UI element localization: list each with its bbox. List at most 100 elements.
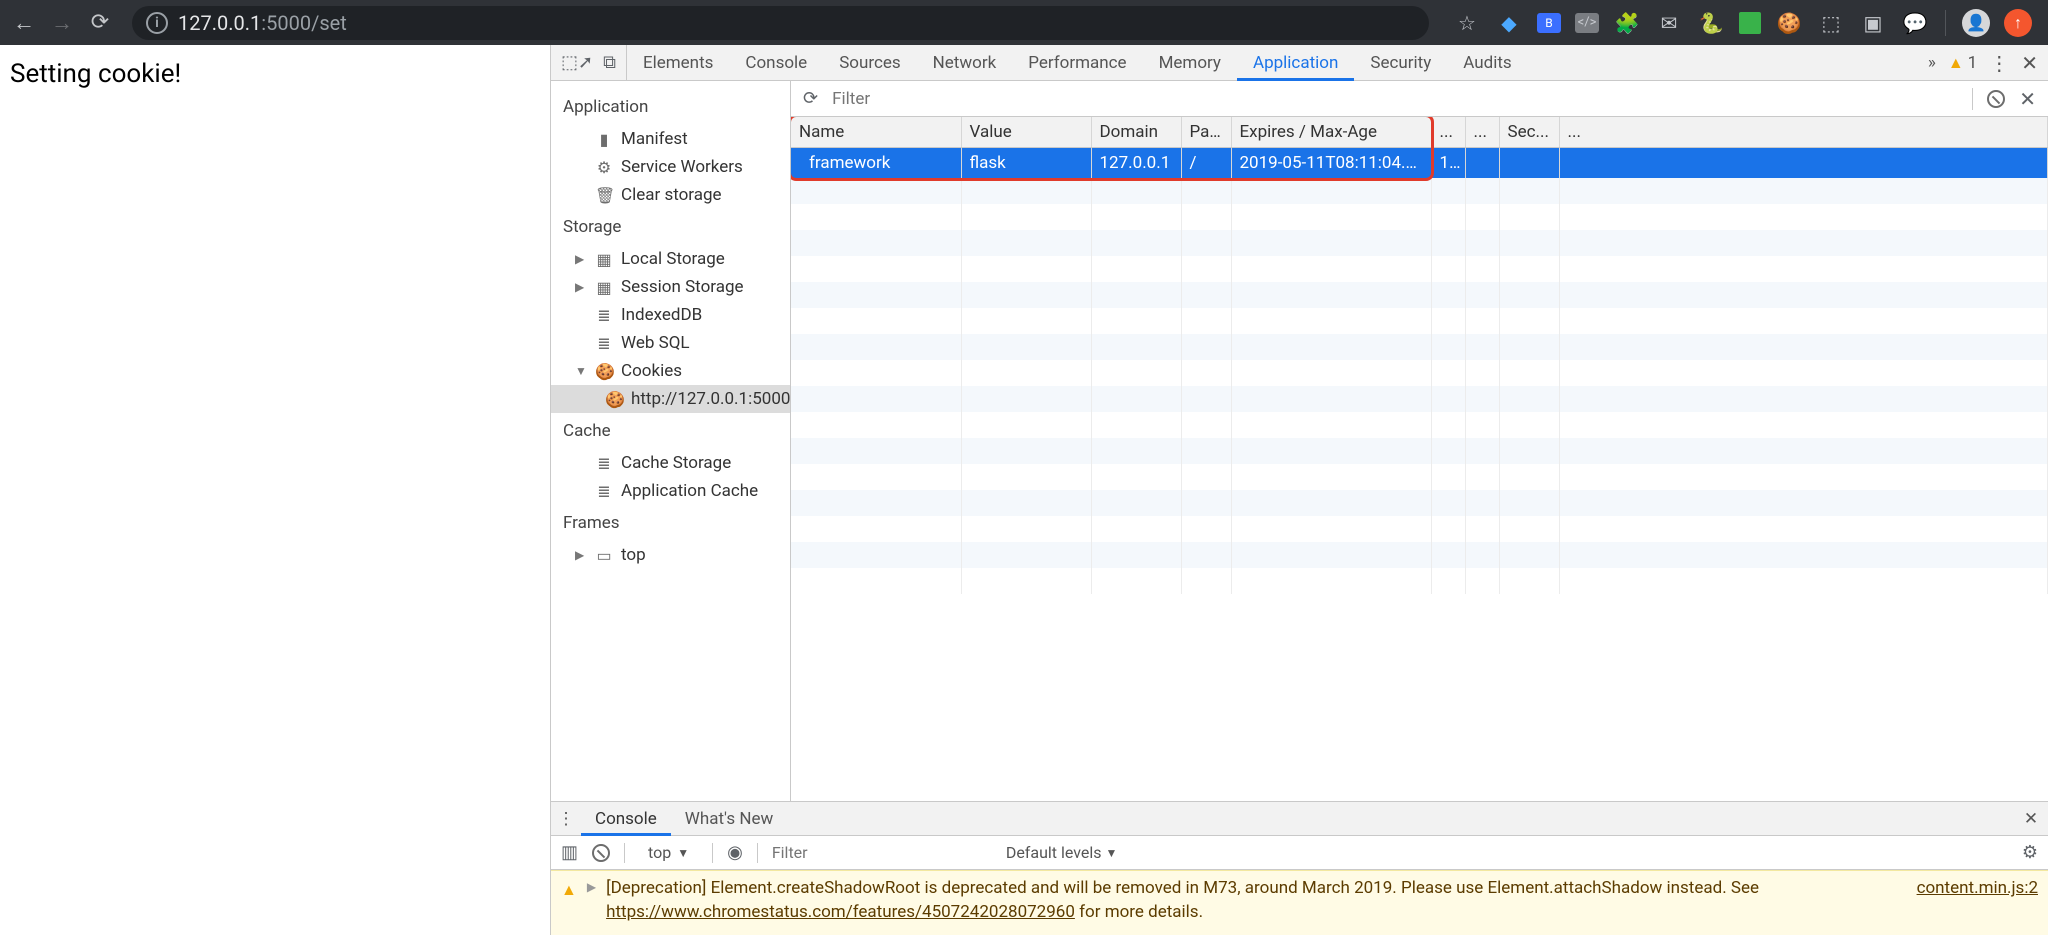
expand-icon[interactable]: ▶ [587, 879, 596, 925]
sidebar-item[interactable]: ≣Cache Storage [551, 449, 790, 477]
devtools-panel: ⬚➚ ⧉ ElementsConsoleSourcesNetworkPerfor… [550, 45, 2048, 935]
extension-icon[interactable]: B [1537, 13, 1561, 33]
sidebar-item[interactable]: ⚙Service Workers [551, 153, 790, 181]
message-source-link[interactable]: content.min.js:2 [1917, 877, 2038, 901]
cookie-row[interactable]: frameworkflask127.0.0.1/2019-05-11T08:11… [791, 148, 2048, 179]
url-host: 127.0.0.1 [178, 11, 261, 35]
divider [757, 843, 758, 863]
extension-icon[interactable]: ⬚ [1817, 9, 1845, 37]
cookie-cell: 14 [1431, 148, 1465, 179]
cookie-column-header[interactable]: ... [1465, 117, 1499, 148]
browser-toolbar: ← → ⟳ i 127.0.0.1:5000/set ☆ ◆ B </> 🧩 ✉… [0, 0, 2048, 45]
clear-console-icon[interactable] [592, 844, 610, 862]
drawer-tabbar: ⋮ ConsoleWhat's New ✕ [551, 802, 2048, 836]
console-warning-row: ▲ ▶ content.min.js:2 [Deprecation] Eleme… [551, 870, 2048, 935]
console-sidebar-toggle-icon[interactable]: ▥ [561, 842, 578, 863]
message-text-b: for more details. [1075, 902, 1203, 922]
log-levels-selector[interactable]: Default levels ▼ [1006, 843, 1118, 862]
sidebar-item[interactable]: ▮Manifest [551, 125, 790, 153]
cookie-column-header[interactable]: Path [1181, 117, 1231, 148]
refresh-icon[interactable]: ⟳ [803, 88, 818, 109]
tabs-overflow-button[interactable]: » [1928, 53, 1936, 73]
cookie-column-header[interactable]: Domain [1091, 117, 1181, 148]
forward-button[interactable]: → [48, 9, 76, 37]
inspect-icon[interactable]: ⬚➚ [561, 52, 593, 73]
drawer-close-button[interactable]: ✕ [2014, 802, 2048, 835]
delete-selected-icon[interactable]: ✕ [2019, 87, 2036, 111]
cookie-column-header[interactable]: Name [791, 117, 961, 148]
drawer-menu-button[interactable]: ⋮ [551, 802, 581, 835]
sidebar-item[interactable]: ≣IndexedDB [551, 301, 790, 329]
cookie-column-header[interactable]: Sec... [1499, 117, 1559, 148]
star-icon[interactable]: ☆ [1453, 9, 1481, 37]
extension-icon[interactable]: ◆ [1495, 9, 1523, 37]
sidebar-item[interactable]: ▶▦Session Storage [551, 273, 790, 301]
device-toggle-icon[interactable]: ⧉ [603, 52, 616, 73]
console-filter-input[interactable] [772, 843, 992, 862]
devtools-menu-button[interactable]: ⋮ [1989, 51, 2009, 75]
levels-label: Default levels [1006, 843, 1102, 862]
extension-icon[interactable]: </> [1575, 13, 1599, 33]
extension-icon[interactable]: 🐍 [1697, 9, 1725, 37]
profile-avatar[interactable]: 👤 [1962, 9, 1990, 37]
gear-icon[interactable]: ⚙ [2022, 842, 2038, 863]
warning-count: 1 [1968, 53, 1978, 73]
devtools-close-button[interactable]: ✕ [2021, 51, 2038, 75]
notification-badge[interactable]: ↑ [2004, 9, 2032, 37]
extension-icon[interactable] [1739, 12, 1761, 34]
sidebar-item-label: Manifest [621, 129, 688, 149]
extension-icon[interactable]: 🍪 [1775, 9, 1803, 37]
extension-icon[interactable]: ▣ [1859, 9, 1887, 37]
table-row [791, 308, 2048, 334]
sidebar-item[interactable]: ▶▭top [551, 541, 790, 569]
chevron-down-icon: ▼ [677, 846, 689, 860]
table-row [791, 334, 2048, 360]
sidebar-item[interactable]: 🍪http://127.0.0.1:5000 [551, 385, 790, 413]
reload-button[interactable]: ⟳ [86, 9, 114, 37]
cookie-column-header[interactable]: ... [1559, 117, 2048, 148]
table-row [791, 178, 2048, 204]
devtools-tab-audits[interactable]: Audits [1447, 45, 1527, 80]
sidebar-item[interactable]: 🗑Clear storage [551, 181, 790, 209]
devtools-tab-console[interactable]: Console [729, 45, 823, 80]
cookie-filter-input[interactable] [832, 89, 1958, 109]
devtools-tab-application[interactable]: Application [1237, 45, 1354, 80]
context-selector[interactable]: top ▼ [639, 839, 698, 866]
site-info-icon[interactable]: i [146, 12, 168, 34]
divider [712, 843, 713, 863]
drawer-tab-console[interactable]: Console [581, 802, 671, 835]
devtools-tab-security[interactable]: Security [1354, 45, 1447, 80]
cookie-cell: 127.0.0.1 [1091, 148, 1181, 179]
table-row [791, 568, 2048, 594]
cookie-column-header[interactable]: ... [1431, 117, 1465, 148]
sidebar-item[interactable]: ≣Web SQL [551, 329, 790, 357]
sidebar-item[interactable]: ▶▦Local Storage [551, 245, 790, 273]
devtools-tab-memory[interactable]: Memory [1143, 45, 1237, 80]
message-link[interactable]: https://www.chromestatus.com/features/45… [606, 902, 1075, 922]
sidebar-item-label: Service Workers [621, 157, 743, 177]
back-button[interactable]: ← [10, 9, 38, 37]
clear-all-icon[interactable] [1987, 90, 2005, 108]
address-bar[interactable]: i 127.0.0.1:5000/set [132, 6, 1429, 40]
devtools-tab-sources[interactable]: Sources [823, 45, 916, 80]
eye-icon[interactable]: ◉ [727, 842, 743, 863]
sidebar-item[interactable]: ≣Application Cache [551, 477, 790, 505]
table-row [791, 256, 2048, 282]
devtools-tab-performance[interactable]: Performance [1012, 45, 1142, 80]
devtools-tab-network[interactable]: Network [917, 45, 1013, 80]
drawer-tab-what-s-new[interactable]: What's New [671, 802, 787, 835]
chevron-down-icon: ▼ [1106, 846, 1118, 860]
extension-icon[interactable]: 💬 [1901, 9, 1929, 37]
extension-icon[interactable]: ✉ [1655, 9, 1683, 37]
cookie-column-header[interactable]: Expires / Max-Age [1231, 117, 1431, 148]
expand-icon: ▶ [575, 280, 587, 294]
cookie-column-header[interactable]: Value [961, 117, 1091, 148]
expand-icon: ▶ [575, 252, 587, 266]
devtools-tab-elements[interactable]: Elements [627, 45, 729, 80]
warnings-badge[interactable]: ▲ 1 [1948, 53, 1977, 73]
sidebar-section-header: Frames [551, 505, 790, 541]
sidebar-item[interactable]: ▼🍪Cookies [551, 357, 790, 385]
extension-icon[interactable]: 🧩 [1613, 9, 1641, 37]
db-icon: ≣ [595, 482, 613, 501]
cookie-icon: 🍪 [605, 390, 623, 409]
